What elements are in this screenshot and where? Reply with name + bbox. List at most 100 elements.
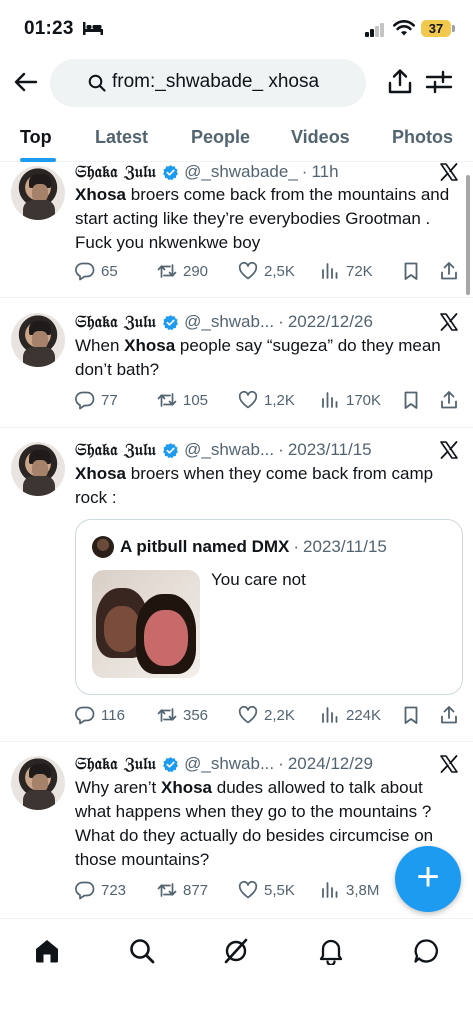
- display-name[interactable]: 𝔖𝔥𝔞𝔨𝔞 ℨ𝔲𝔩𝔲: [75, 312, 156, 332]
- share-button[interactable]: [439, 387, 465, 413]
- reply-icon: [75, 261, 95, 281]
- x-logo-icon: [439, 440, 459, 460]
- heart-icon: [238, 880, 258, 900]
- verified-badge-icon: [162, 442, 179, 459]
- verified-badge-icon: [162, 164, 179, 181]
- timestamp[interactable]: 11h: [311, 162, 338, 182]
- quoted-display-name: A pitbull named DMX: [120, 537, 290, 556]
- reply-button[interactable]: 116: [75, 702, 125, 728]
- timestamp[interactable]: 2024/12/29: [288, 754, 373, 774]
- share-button[interactable]: [439, 702, 465, 728]
- tab-latest[interactable]: Latest: [95, 127, 148, 148]
- heart-icon: [238, 390, 258, 410]
- tab-top[interactable]: Top: [20, 127, 52, 148]
- tweet[interactable]: 𝔖𝔥𝔞𝔨𝔞 ℨ𝔲𝔩𝔲 @_shwab... · 2023/11/15 Xhosa…: [0, 428, 473, 742]
- bookmark-icon: [401, 261, 421, 281]
- tab-videos[interactable]: Videos: [291, 127, 350, 148]
- timestamp[interactable]: 2023/11/15: [288, 440, 372, 460]
- search-input[interactable]: from:_shwabade_ xhosa: [50, 59, 366, 107]
- tweet-text: Xhosa broers come back from the mountain…: [75, 183, 453, 255]
- search-query: from:_shwabade_ xhosa: [112, 71, 320, 92]
- messages-icon[interactable]: [412, 937, 440, 965]
- tab-people[interactable]: People: [191, 127, 250, 148]
- views-button[interactable]: 3,8M: [320, 877, 379, 903]
- like-button[interactable]: 5,5K: [238, 877, 295, 903]
- handle[interactable]: @_shwabade_: [184, 162, 298, 182]
- verified-badge-icon: [162, 756, 179, 773]
- compose-post-button[interactable]: +: [395, 846, 461, 912]
- reply-count: 723: [101, 881, 127, 899]
- repost-button[interactable]: 356: [157, 702, 208, 728]
- repost-button[interactable]: 877: [157, 877, 208, 903]
- views-icon: [320, 705, 340, 725]
- reply-button[interactable]: 77: [75, 387, 118, 413]
- share-button[interactable]: [439, 258, 465, 284]
- separator-dot: ·: [293, 537, 300, 556]
- like-button[interactable]: 2,2K: [238, 702, 295, 728]
- bookmark-button[interactable]: [401, 702, 427, 728]
- tweet-actions: 116 356 2,2K 224K: [75, 702, 463, 728]
- reply-button[interactable]: 65: [75, 258, 118, 284]
- bookmark-icon: [401, 705, 421, 725]
- display-name[interactable]: 𝔖𝔥𝔞𝔨𝔞 ℨ𝔲𝔩𝔲: [75, 162, 156, 182]
- view-count: 72K: [346, 262, 373, 280]
- quoted-timestamp: 2023/11/15: [303, 537, 387, 556]
- separator-dot: ·: [278, 312, 284, 331]
- view-count: 170K: [346, 391, 382, 409]
- reply-count: 77: [101, 391, 118, 409]
- handle[interactable]: @_shwab...: [184, 312, 274, 332]
- status-bar: 01:23 37: [0, 0, 473, 56]
- views-button[interactable]: 170K: [320, 387, 381, 413]
- like-button[interactable]: 1,2K: [238, 387, 295, 413]
- repost-button[interactable]: 105: [157, 387, 208, 413]
- views-button[interactable]: 72K: [320, 258, 373, 284]
- reply-icon: [75, 390, 95, 410]
- timestamp[interactable]: 2022/12/26: [288, 312, 373, 332]
- views-button[interactable]: 224K: [320, 702, 381, 728]
- grok-icon[interactable]: [222, 937, 250, 965]
- views-icon: [320, 261, 340, 281]
- quoted-media-image[interactable]: [92, 570, 200, 678]
- reply-button[interactable]: 723: [75, 877, 126, 903]
- avatar[interactable]: [11, 442, 65, 496]
- search-icon[interactable]: [128, 937, 156, 965]
- search-settings-icon[interactable]: [425, 70, 453, 94]
- reply-icon: [75, 880, 95, 900]
- tweet[interactable]: 𝔖𝔥𝔞𝔨𝔞 ℨ𝔲𝔩𝔲 @_shwab... · 2022/12/26 When …: [0, 298, 473, 428]
- bookmark-button[interactable]: [401, 258, 427, 284]
- repost-button[interactable]: 290: [157, 258, 208, 284]
- notifications-icon[interactable]: [317, 937, 345, 965]
- home-icon[interactable]: [33, 937, 61, 965]
- like-button[interactable]: 2,5K: [238, 258, 295, 284]
- tweet-text-body: broers come back from the mountains and …: [75, 185, 450, 252]
- back-arrow-icon[interactable]: [12, 68, 40, 96]
- reply-icon: [75, 705, 95, 725]
- handle[interactable]: @_shwab...: [184, 754, 274, 774]
- tab-photos[interactable]: Photos: [392, 127, 453, 148]
- battery-level: 37: [428, 21, 444, 36]
- handle[interactable]: @_shwab...: [184, 440, 274, 460]
- wifi-icon: [393, 20, 415, 36]
- bookmark-icon: [401, 390, 421, 410]
- repost-count: 290: [183, 262, 209, 280]
- reply-count: 65: [101, 262, 118, 280]
- separator-dot: ·: [301, 162, 308, 181]
- scrollbar[interactable]: [466, 175, 470, 295]
- x-logo-icon: [439, 162, 459, 182]
- quoted-tweet[interactable]: A pitbull named DMX · 2023/11/15 You car…: [75, 519, 463, 695]
- repost-icon: [157, 390, 177, 410]
- tweet-text: When Xhosa people say “sugeza” do they m…: [75, 334, 453, 382]
- share-icon[interactable]: [387, 68, 413, 96]
- highlight-term: Xhosa: [160, 778, 213, 797]
- verified-badge-icon: [162, 314, 179, 331]
- avatar[interactable]: [11, 166, 65, 220]
- avatar[interactable]: [11, 313, 65, 367]
- tweet[interactable]: 𝔖𝔥𝔞𝔨𝔞 ℨ𝔲𝔩𝔲 @_shwabade_ · 11h Xhosa broer…: [0, 162, 473, 298]
- highlight-term: Xhosa: [75, 464, 127, 483]
- bookmark-button[interactable]: [401, 387, 427, 413]
- display-name[interactable]: 𝔖𝔥𝔞𝔨𝔞 ℨ𝔲𝔩𝔲: [75, 440, 156, 460]
- avatar[interactable]: [11, 756, 65, 810]
- share-icon: [439, 261, 459, 281]
- display-name[interactable]: 𝔖𝔥𝔞𝔨𝔞 ℨ𝔲𝔩𝔲: [75, 754, 156, 774]
- tweet-text-prefix: When: [75, 336, 125, 355]
